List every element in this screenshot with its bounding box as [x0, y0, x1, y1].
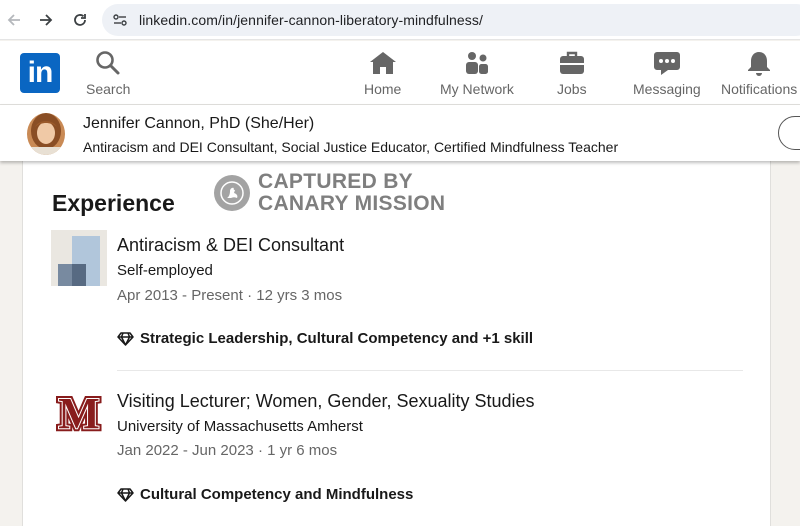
profile-headline: Antiracism and DEI Consultant, Social Ju…: [83, 139, 619, 155]
back-button[interactable]: [2, 8, 26, 32]
nav-search[interactable]: Search: [86, 49, 130, 97]
job-skills-text: Cultural Competency and Mindfulness: [140, 486, 414, 503]
nav-search-label: Search: [86, 81, 131, 97]
company-name: University of Massachusetts Amherst: [117, 418, 363, 435]
divider: [117, 370, 743, 371]
job-dates: Apr 2013 - Present · 12 yrs 3 mos: [117, 287, 343, 304]
experience-section: Experience CAPTURED BY CANARY MISSION An…: [22, 161, 771, 526]
job-dates: Jan 2022 - Jun 2023 · 1 yr 6 mos: [117, 442, 338, 459]
nav-my-network[interactable]: My Network: [440, 49, 514, 97]
nav-my-network-label: My Network: [440, 81, 514, 97]
nav-home[interactable]: Home: [364, 49, 401, 97]
forward-button[interactable]: [34, 8, 58, 32]
nav-home-label: Home: [364, 81, 402, 97]
nav-notifications-label: Notifications: [721, 81, 798, 97]
section-title: Experience: [52, 190, 175, 216]
nav-notifications[interactable]: Notifications: [721, 49, 797, 97]
briefcase-icon: [558, 49, 586, 77]
profile-pronouns: (She/Her): [244, 115, 315, 132]
profile-name: Jennifer Cannon, PhD: [83, 115, 241, 132]
network-icon: [463, 49, 491, 77]
company-name: Self-employed: [117, 262, 213, 279]
top-nav: in Search Home My Network Jobs Messaging: [0, 41, 800, 105]
address-bar[interactable]: linkedin.com/in/jennifer-cannon-liberato…: [102, 4, 800, 36]
job-skills-text: Strategic Leadership, Cultural Competenc…: [140, 330, 534, 347]
watermark-line-2: CANARY MISSION: [258, 192, 446, 215]
nav-messaging[interactable]: Messaging: [633, 49, 701, 97]
watermark-text: CAPTURED BY CANARY MISSION: [258, 171, 445, 215]
browser-toolbar: linkedin.com/in/jennifer-cannon-liberato…: [0, 0, 800, 40]
canary-logo-icon: [214, 175, 250, 211]
umass-logo-letter-fill: M: [58, 389, 100, 438]
nav-messaging-label: Messaging: [633, 81, 701, 97]
arrow-right-icon: [40, 14, 53, 26]
job-title[interactable]: Visiting Lecturer; Women, Gender, Sexual…: [117, 391, 535, 412]
more-button[interactable]: [778, 116, 800, 150]
umass-logo[interactable]: M M M: [51, 385, 107, 441]
watermark: CAPTURED BY CANARY MISSION: [214, 171, 445, 215]
company-logo[interactable]: [51, 230, 107, 286]
search-icon: [94, 49, 122, 77]
job-title[interactable]: Antiracism & DEI Consultant: [117, 235, 344, 256]
job-skills[interactable]: Strategic Leadership, Cultural Competenc…: [117, 330, 533, 347]
job-skills[interactable]: Cultural Competency and Mindfulness: [117, 486, 413, 503]
arrow-left-icon: [7, 14, 20, 26]
nav-jobs-label: Jobs: [557, 81, 587, 97]
nav-jobs[interactable]: Jobs: [557, 49, 587, 97]
diamond-icon: [117, 331, 134, 346]
url-text: linkedin.com/in/jennifer-cannon-liberato…: [139, 12, 483, 28]
reload-button[interactable]: [68, 8, 92, 32]
home-icon: [369, 49, 397, 77]
watermark-line-1: CAPTURED BY: [258, 170, 413, 193]
reload-icon: [74, 14, 86, 26]
profile-name-line: Jennifer Cannon, PhD (She/Her): [83, 115, 314, 133]
sticky-profile-header: Jennifer Cannon, PhD (She/Her) Antiracis…: [0, 105, 800, 161]
site-info-icon[interactable]: [112, 12, 128, 28]
avatar[interactable]: [27, 113, 65, 155]
diamond-icon: [117, 487, 134, 502]
message-icon: [653, 49, 681, 77]
linkedin-logo[interactable]: in: [20, 53, 60, 93]
bell-icon: [745, 49, 773, 77]
